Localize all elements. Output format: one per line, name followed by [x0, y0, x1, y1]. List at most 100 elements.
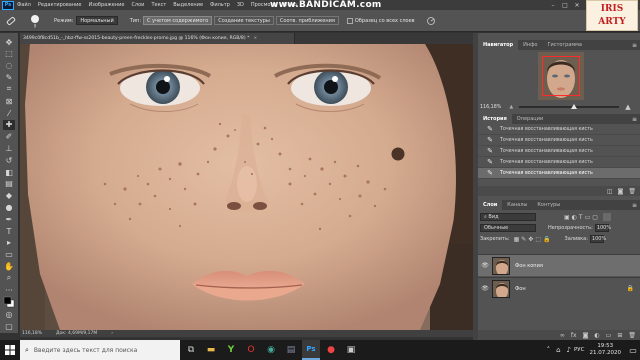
opera-icon[interactable]: O [242, 340, 260, 360]
blur-tool-icon[interactable]: ◆ [3, 191, 15, 201]
task-view-icon[interactable]: ⧉ [182, 340, 200, 360]
navigator-view-box[interactable] [542, 56, 580, 96]
gradient-tool-icon[interactable]: ▤ [3, 179, 15, 189]
panel-menu-icon[interactable]: ≡ [632, 40, 637, 50]
proximity-match-button[interactable]: Соотв. приближения [275, 16, 339, 25]
trash-icon[interactable]: 🗑 [628, 188, 636, 195]
history-row[interactable]: ✎ Точечная восстанавливающая кисть [478, 146, 640, 157]
lock-icons[interactable]: ▦✎✥⬚🔒 [514, 236, 553, 243]
sample-all-layers-checkbox[interactable]: Образец со всех слоев [346, 17, 415, 24]
crop-tool-icon[interactable]: ⌗ [3, 84, 15, 94]
camera-icon[interactable]: ◙ [618, 188, 624, 195]
menu-file[interactable]: Файл [17, 2, 31, 8]
clock[interactable]: 19:53 21.07.2020 [590, 343, 622, 357]
visibility-eye-icon[interactable]: 👁 [481, 285, 489, 292]
marquee-tool-icon[interactable]: ⬚ [3, 49, 15, 59]
zoom-slider-knob[interactable] [571, 104, 578, 109]
eyedropper-tool-icon[interactable]: ⁄ [3, 108, 15, 118]
blend-mode-select[interactable]: Обычные [480, 224, 536, 232]
tray-chevron-icon[interactable]: ˄ [547, 346, 551, 354]
app-icon[interactable]: ▤ [282, 340, 300, 360]
history-row[interactable]: ✎ Точечная восстанавливающая кисть [478, 124, 640, 135]
dodge-tool-icon[interactable]: ● [3, 202, 15, 212]
filter-toggle[interactable] [602, 213, 611, 221]
screen-mode-icon[interactable]: ▢ [3, 321, 15, 331]
type-tool-icon[interactable]: T [3, 226, 15, 236]
clone-stamp-tool-icon[interactable]: ⊥ [3, 143, 15, 153]
start-button[interactable] [0, 340, 20, 360]
frame-tool-icon[interactable]: ⊠ [3, 96, 15, 106]
tab-navigator[interactable]: Навигатор [478, 40, 519, 50]
menu-3d[interactable]: 3D [237, 2, 244, 8]
image-viewer-icon[interactable]: ▣ [342, 340, 360, 360]
menu-text[interactable]: Текст [151, 2, 166, 8]
lasso-tool-icon[interactable]: ◌ [3, 61, 15, 71]
quick-mask-icon[interactable]: ◎ [3, 309, 15, 319]
spot-healing-tool-icon[interactable]: ✚ [3, 119, 15, 130]
tab-paths[interactable]: Контуры [532, 200, 565, 210]
menu-edit[interactable]: Редактирование [38, 2, 82, 8]
mask-icon[interactable]: ◙ [583, 332, 589, 339]
menu-layers[interactable]: Слои [131, 2, 144, 8]
content-aware-button[interactable]: С учетом содержимого [143, 16, 213, 25]
pressure-icon[interactable] [425, 16, 437, 26]
file-explorer-icon[interactable]: ▬ [202, 340, 220, 360]
taskbar-search[interactable]: ⌕ Введите здесь текст для поиска [20, 340, 180, 360]
navigator-thumbnail[interactable] [538, 52, 584, 100]
notifications-icon[interactable]: ▭ [626, 346, 640, 355]
more-tools-icon[interactable]: ··· [3, 285, 15, 295]
create-texture-button[interactable]: Создание текстуры [214, 16, 274, 25]
adjustment-icon[interactable]: ◐ [594, 332, 599, 339]
new-layer-icon[interactable]: ⊞ [617, 332, 622, 339]
shape-tool-icon[interactable]: ▭ [3, 250, 15, 260]
layer-filter-icons[interactable]: ▣◐T▭▢ [564, 214, 600, 221]
language-indicator[interactable]: РУС [574, 347, 585, 353]
layers-menu-icon[interactable]: ≡ [632, 200, 637, 210]
navigator-zoom-value[interactable]: 116,18% [480, 105, 501, 110]
color-swatches-icon[interactable] [3, 297, 15, 308]
healing-brush-tool-icon[interactable] [4, 14, 18, 28]
menu-image[interactable]: Изображение [88, 2, 124, 8]
chrome-icon[interactable]: ◉ [262, 340, 280, 360]
yandex-browser-icon[interactable]: Y [222, 340, 240, 360]
menu-filter[interactable]: Фильтр [210, 2, 230, 8]
zoom-out-icon[interactable]: ▲ [509, 104, 513, 110]
mode-select[interactable]: Нормальный [76, 16, 118, 25]
quick-select-tool-icon[interactable]: ✎ [3, 72, 15, 82]
layer-row[interactable]: 👁 Фон 🔒 [478, 277, 640, 299]
brush-tool-icon[interactable]: ✐ [3, 132, 15, 142]
document-tab[interactable]: 3499c0f8cd51b_-_hbz-ffw-ss2015-beauty-pr… [20, 33, 295, 44]
history-brush-tool-icon[interactable]: ↺ [3, 155, 15, 165]
move-tool-icon[interactable]: ✥ [3, 37, 15, 47]
eraser-tool-icon[interactable]: ◧ [3, 167, 15, 177]
brush-preset-picker[interactable]: 9 [28, 14, 42, 28]
group-icon[interactable]: ▭ [606, 332, 612, 339]
delete-layer-icon[interactable]: 🗑 [628, 332, 636, 339]
tab-channels[interactable]: Каналы [502, 200, 532, 210]
tab-histogram[interactable]: Гистограмма [542, 40, 587, 50]
tab-layers[interactable]: Слои [478, 200, 503, 210]
pen-tool-icon[interactable]: ✒ [3, 214, 15, 224]
layer-row-selected[interactable]: 👁 Фон копия [478, 254, 640, 276]
layer-kind-filter[interactable]: ⌕ Вид [480, 213, 536, 221]
zoom-slider[interactable] [519, 104, 620, 109]
close-tab-icon[interactable]: × [253, 36, 257, 41]
status-arrow-icon[interactable]: › [111, 331, 113, 336]
menu-select[interactable]: Выделение [173, 2, 203, 8]
path-select-tool-icon[interactable]: ▸ [3, 238, 15, 248]
image-canvas[interactable] [20, 44, 473, 330]
tab-actions[interactable]: Операции [512, 114, 548, 124]
fill-input[interactable]: 100% [589, 235, 606, 243]
minimize-icon[interactable]: – [548, 0, 558, 10]
tab-info[interactable]: Инфо [518, 40, 542, 50]
link-layers-icon[interactable]: ∞ [560, 332, 565, 339]
history-row-selected[interactable]: ✎ Точечная восстанавливающая кисть [478, 168, 640, 179]
zoom-in-icon[interactable]: ▲ [625, 103, 630, 111]
history-row[interactable]: ✎ Точечная восстанавливающая кисть [478, 135, 640, 146]
hand-tool-icon[interactable]: ✋ [3, 261, 15, 271]
network-icon[interactable]: ⌂ [556, 346, 560, 354]
maximize-icon[interactable]: □ [560, 0, 570, 10]
fx-icon[interactable]: fx [571, 332, 577, 339]
history-row[interactable]: ✎ Точечная восстанавливающая кисть [478, 157, 640, 168]
photoshop-taskbar-icon[interactable]: Ps [302, 340, 320, 360]
